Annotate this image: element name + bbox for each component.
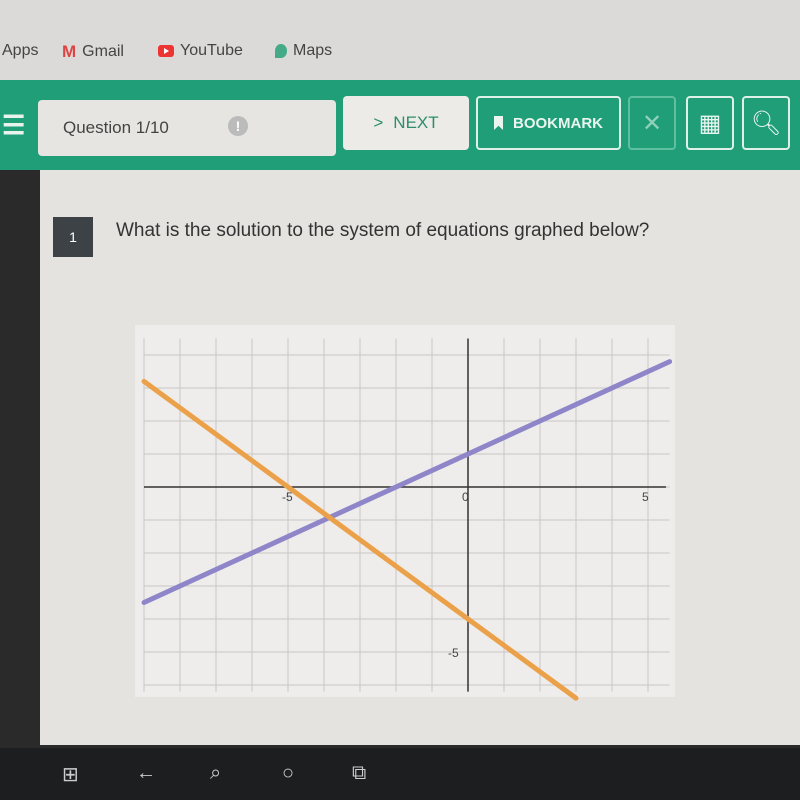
task-view-icon[interactable]: ⧉	[352, 762, 366, 785]
x-tick-label: 5	[642, 490, 649, 504]
windows-icon[interactable]: ⊞	[62, 762, 79, 787]
taskbar: ⊞ ← ⌕ ○ ⧉	[0, 748, 800, 800]
graph: -5 0 5 -5	[135, 325, 675, 701]
cortana-icon[interactable]: ○	[282, 762, 294, 785]
y-tick-label: -5	[448, 646, 459, 660]
x-tick-label: -5	[282, 490, 293, 504]
x-tick-label: 0	[462, 490, 469, 504]
back-icon[interactable]: ←	[136, 762, 156, 785]
search-icon[interactable]: ⌕	[210, 762, 221, 785]
